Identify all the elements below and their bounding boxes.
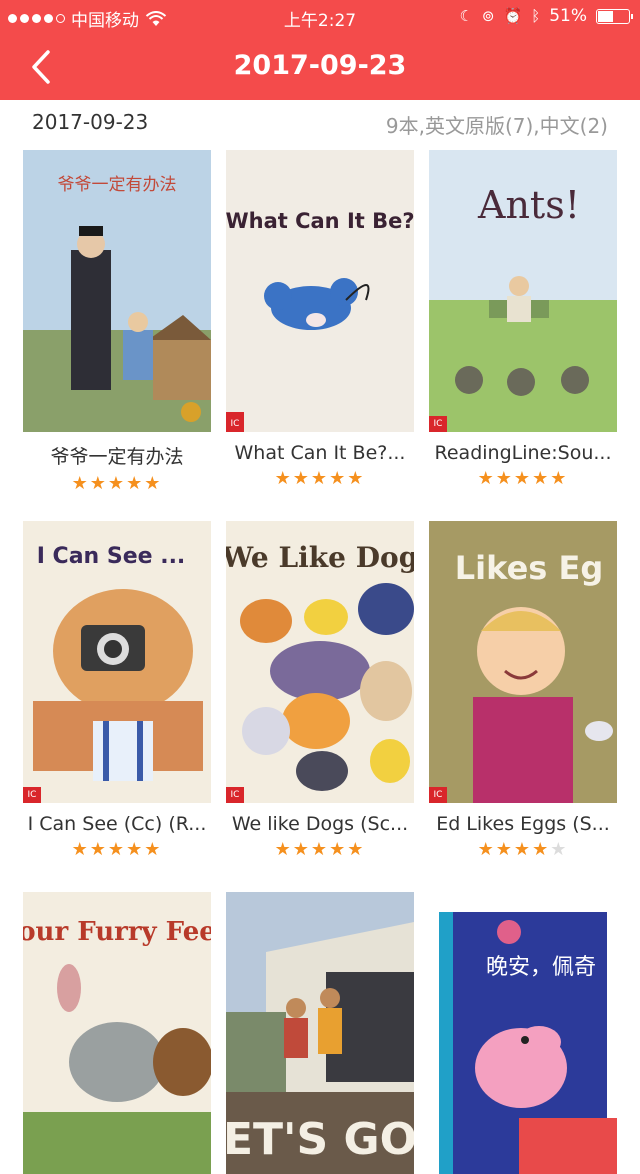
star-filled-icon: ★ — [329, 468, 348, 489]
book-cover[interactable]: I Can See ... IC — [23, 521, 211, 803]
cover-title: Ants! — [477, 183, 580, 227]
summary-date: 2017-09-23 — [32, 110, 149, 134]
star-filled-icon: ★ — [89, 839, 108, 860]
star-rating: ★★★★★ — [429, 468, 617, 489]
book-card[interactable]: What Can It Be? IC What Can It Be?... ★★… — [226, 150, 414, 489]
star-filled-icon: ★ — [513, 468, 533, 489]
publisher-badge: IC — [226, 416, 244, 432]
star-filled-icon: ★ — [310, 839, 330, 860]
book-card[interactable]: I Can See ... IC I Can See (Cc) (R... ★★… — [23, 521, 211, 860]
book-cover[interactable]: 爷爷一定有办法 — [23, 150, 211, 432]
battery-percent: 51% — [549, 6, 587, 26]
star-filled-icon: ★ — [274, 839, 293, 860]
cover-title: We Like Dog — [226, 541, 414, 574]
star-filled-icon: ★ — [144, 839, 163, 860]
book-card[interactable]: 爷爷一定有办法 爷爷一定有办法 ★★★★★ — [23, 150, 211, 494]
star-filled-icon: ★ — [274, 468, 293, 489]
book-card[interactable]: We Like Dog IC We like Dogs (Sc... ★★★★★ — [226, 521, 414, 860]
book-cover[interactable]: We Like Dog IC — [226, 521, 414, 803]
star-filled-icon: ★ — [292, 839, 311, 860]
star-filled-icon: ★ — [477, 468, 496, 489]
status-bar: 中国移动 上午2:27 ☾ ⊚ ⏰ ᛒ 51% — [0, 0, 640, 34]
book-title: Ed Likes Eggs (S... — [436, 813, 610, 835]
bluetooth-icon: ᛒ — [531, 7, 541, 25]
book-title: 爷爷一定有办法 — [50, 446, 184, 468]
summary-row: 2017-09-23 9本,英文原版(7),中文(2) — [0, 100, 640, 144]
star-filled-icon: ★ — [550, 468, 569, 489]
star-filled-icon: ★ — [126, 839, 145, 860]
book-card[interactable]: 晚安，佩奇 — [429, 892, 617, 1174]
book-title: I Can See (Cc) (R... — [27, 813, 207, 835]
star-filled-icon: ★ — [144, 473, 163, 494]
star-filled-icon: ★ — [126, 473, 145, 494]
star-filled-icon: ★ — [347, 839, 366, 860]
star-filled-icon: ★ — [477, 839, 496, 860]
summary-counts: 9本,英文原版(7),中文(2) — [385, 114, 608, 138]
book-card[interactable]: Ants! IC ReadingLine:Sou... ★★★★★ — [429, 150, 617, 489]
cover-title: 爷爷一定有办法 — [58, 175, 177, 195]
book-cover[interactable]: 晚安，佩奇 — [429, 892, 617, 1174]
star-filled-icon: ★ — [513, 839, 533, 860]
star-filled-icon: ★ — [532, 839, 551, 860]
star-filled-icon: ★ — [292, 468, 311, 489]
book-cover[interactable]: our Furry Fee — [23, 892, 211, 1174]
star-empty-icon: ★ — [550, 839, 569, 860]
publisher-badge: IC — [429, 416, 447, 432]
star-filled-icon: ★ — [71, 473, 90, 494]
alarm-icon: ⏰ — [503, 7, 523, 25]
publisher-badge: IC — [23, 787, 41, 803]
star-rating: ★★★★★ — [226, 839, 414, 860]
rotation-lock-icon: ⊚ — [481, 7, 495, 25]
cover-title: ET'S GO — [226, 1114, 414, 1165]
cover-title: 晚安，佩奇 — [486, 955, 596, 980]
star-filled-icon: ★ — [347, 468, 366, 489]
book-title: ReadingLine:Sou... — [434, 442, 612, 464]
book-card[interactable]: our Furry Fee — [23, 892, 211, 1174]
book-cover[interactable]: Ants! IC — [429, 150, 617, 432]
star-rating: ★★★★★ — [23, 473, 211, 494]
book-title: We like Dogs (Sc... — [231, 813, 409, 835]
book-cover[interactable]: What Can It Be? IC — [226, 150, 414, 432]
cover-title: Likes Eg — [455, 549, 603, 587]
publisher-badge: IC — [226, 787, 244, 803]
book-card[interactable]: ET'S GO — [226, 892, 414, 1174]
star-rating: ★★★★★ — [226, 468, 414, 489]
page-title: 2017-09-23 — [233, 50, 407, 81]
book-cover[interactable]: ET'S GO — [226, 892, 414, 1174]
battery-icon — [596, 8, 633, 24]
nav-bar: 2017-09-23 — [0, 34, 640, 100]
cover-title: What Can It Be? — [226, 209, 414, 233]
star-filled-icon: ★ — [495, 468, 514, 489]
book-cover[interactable]: Likes Eg IC — [429, 521, 617, 803]
moon-icon: ☾ — [459, 7, 473, 25]
star-filled-icon: ★ — [532, 468, 551, 489]
cover-title: our Furry Fee — [23, 917, 211, 947]
star-filled-icon: ★ — [107, 839, 127, 860]
star-filled-icon: ★ — [310, 468, 330, 489]
publisher-badge: IC — [429, 787, 447, 803]
star-filled-icon: ★ — [71, 839, 90, 860]
book-title: What Can It Be?... — [234, 442, 406, 464]
star-filled-icon: ★ — [89, 473, 108, 494]
cover-title: I Can See ... — [37, 544, 186, 569]
star-rating: ★★★★★ — [429, 839, 617, 860]
book-card[interactable]: Likes Eg IC Ed Likes Eggs (S... ★★★★★ — [429, 521, 617, 860]
star-filled-icon: ★ — [107, 473, 127, 494]
star-rating: ★★★★★ — [23, 839, 211, 860]
star-filled-icon: ★ — [329, 839, 348, 860]
star-filled-icon: ★ — [495, 839, 514, 860]
